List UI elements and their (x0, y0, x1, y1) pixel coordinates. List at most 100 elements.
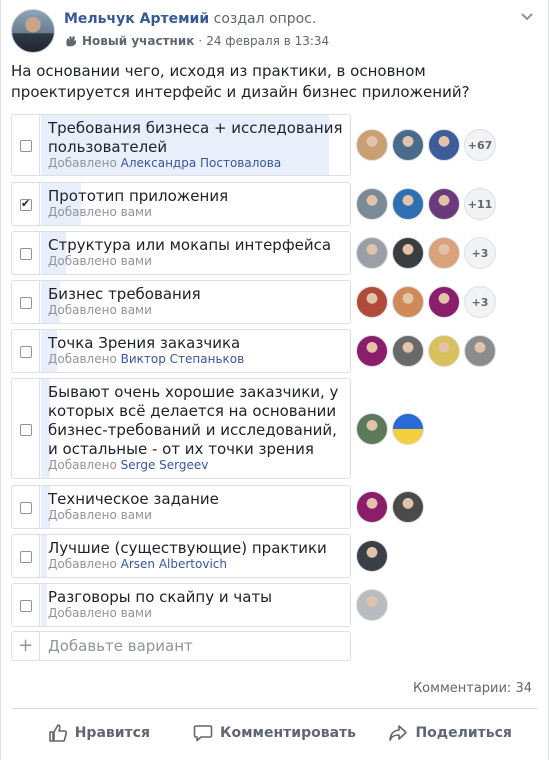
poll-option-box[interactable]: Бизнес требования Добавлено вами (11, 280, 351, 324)
like-label: Нравится (74, 725, 150, 741)
voter-avatar[interactable] (392, 335, 424, 367)
option-checkbox[interactable] (20, 551, 32, 563)
added-prefix: Добавлено (48, 352, 117, 366)
option-label: Точка Зрения заказчика (48, 334, 241, 352)
thumbs-up-icon (48, 724, 67, 742)
option-label: Структура или мокапы интерфейса (48, 236, 332, 254)
added-by-user[interactable]: Александра Постовалова (121, 156, 282, 170)
voter-avatar[interactable] (356, 491, 388, 523)
checkbox-column (12, 330, 40, 372)
share-arrow-icon (389, 725, 408, 741)
comments-count[interactable]: Комментарии: 34 (413, 681, 532, 696)
option-added-by: Добавлено вами (48, 254, 152, 268)
author-avatar[interactable] (11, 9, 55, 53)
poll-option: Техническое задание Добавлено вами (11, 485, 541, 529)
more-voters-count[interactable]: +3 (464, 237, 496, 269)
divider (11, 708, 538, 709)
chevron-down-icon[interactable] (520, 11, 536, 23)
checkbox-column (12, 486, 40, 528)
voter-avatars: +11 (356, 188, 496, 220)
poll-question: На основании чего, исходя из практики, в… (11, 62, 470, 101)
poll-option-box[interactable]: Техническое задание Добавлено вами (11, 485, 351, 529)
voter-avatar[interactable] (356, 129, 388, 161)
more-voters-count[interactable]: +67 (464, 129, 496, 161)
voter-avatar[interactable] (356, 540, 388, 572)
comment-bubble-icon (193, 725, 213, 742)
more-voters-count[interactable]: +11 (464, 188, 496, 220)
comment-button[interactable]: Комментировать (187, 716, 363, 750)
post-actions: Нравится Комментировать Поделиться (11, 716, 538, 750)
option-checkbox[interactable] (20, 424, 32, 436)
voter-avatar[interactable] (356, 237, 388, 269)
option-label: Лучшие (существующие) практики (48, 539, 327, 557)
voter-avatar[interactable] (392, 491, 424, 523)
added-by-user[interactable]: Виктор Степаньков (121, 352, 245, 366)
checkbox-column (12, 183, 40, 225)
voter-avatars (356, 491, 424, 523)
voter-avatar[interactable] (428, 237, 460, 269)
voter-avatar[interactable] (392, 237, 424, 269)
option-checkbox[interactable] (20, 248, 32, 260)
added-by-user[interactable]: Arsen Albertovich (121, 557, 227, 571)
voter-avatars: +3 (356, 286, 496, 318)
poll-option: Требования бизнеса + исследования пользо… (11, 114, 541, 176)
add-option-input[interactable]: + Добавьте вариант (11, 631, 351, 661)
vote-share-bar (41, 535, 47, 577)
poll-option-box[interactable]: Разговоры по скайпу и чаты Добавлено вами (11, 583, 351, 627)
more-voters-count[interactable]: +3 (464, 286, 496, 318)
poll-option-box[interactable]: Бывают очень хорошие заказчики, у которы… (11, 378, 351, 479)
option-added-by: Добавлено Arsen Albertovich (48, 557, 227, 571)
added-prefix: Добавлено (48, 557, 117, 571)
voter-avatar[interactable] (356, 335, 388, 367)
poll-option: Структура или мокапы интерфейса Добавлено… (11, 231, 541, 275)
voter-avatars: +67 (356, 129, 496, 161)
poll-option-box[interactable]: Точка Зрения заказчика Добавлено Виктор С… (11, 329, 351, 373)
added-by-user[interactable]: Serge Sergeev (121, 458, 209, 472)
poll-option: Бизнес требования Добавлено вами +3 (11, 280, 541, 324)
share-label: Поделиться (415, 725, 512, 741)
voter-avatar[interactable] (392, 129, 424, 161)
option-checkbox[interactable] (20, 197, 32, 211)
poll-option-box[interactable]: Структура или мокапы интерфейса Добавлено… (11, 231, 351, 275)
poll-option-box[interactable]: Прототип приложенияДобавлено вами (11, 182, 351, 226)
meta-separator: · (198, 34, 203, 48)
option-checkbox[interactable] (20, 502, 32, 514)
author-name[interactable]: Мельчук Артемий (64, 11, 209, 27)
voter-avatar[interactable] (392, 188, 424, 220)
option-added-by: Добавлено Александра Постовалова (48, 156, 281, 170)
voter-avatar[interactable] (428, 129, 460, 161)
new-member-badge: Новый участник (82, 34, 195, 48)
voter-avatar[interactable] (356, 286, 388, 318)
post-header: Мельчук Артемий создал опрос. Новый учас… (11, 9, 538, 55)
poll-option: Точка Зрения заказчика Добавлено Виктор С… (11, 329, 541, 373)
added-by-you: вами (120, 303, 152, 317)
poll-option-box[interactable]: Лучшие (существующие) практики Добавлено … (11, 534, 351, 578)
voter-avatar[interactable] (392, 286, 424, 318)
poll-option: Бывают очень хорошие заказчики, у которы… (11, 378, 541, 479)
poll-option-box[interactable]: Требования бизнеса + исследования пользо… (11, 114, 351, 176)
option-checkbox[interactable] (20, 297, 32, 309)
option-checkbox[interactable] (20, 140, 32, 152)
voter-avatar[interactable] (464, 335, 496, 367)
voter-avatar[interactable] (356, 188, 388, 220)
checkbox-column (12, 379, 40, 478)
share-button[interactable]: Поделиться (362, 716, 538, 750)
comment-label: Комментировать (220, 725, 356, 741)
post-date[interactable]: 24 февраля в 13:34 (206, 34, 329, 48)
option-checkbox[interactable] (20, 346, 32, 358)
added-prefix: Добавлено (48, 508, 117, 522)
option-added-by: Добавлено вами (48, 303, 152, 317)
voter-avatar[interactable] (356, 413, 388, 445)
voter-avatars: +3 (356, 237, 496, 269)
voter-avatar[interactable] (392, 413, 424, 445)
voter-avatar[interactable] (428, 335, 460, 367)
option-checkbox[interactable] (20, 600, 32, 612)
option-label: Бывают очень хорошие заказчики, у которы… (48, 383, 339, 458)
voter-avatar[interactable] (356, 589, 388, 621)
like-button[interactable]: Нравится (11, 716, 187, 750)
post-meta: Новый участник · 24 февраля в 13:34 (64, 34, 329, 48)
voter-avatar[interactable] (428, 188, 460, 220)
voter-avatars (356, 335, 496, 367)
voter-avatar[interactable] (428, 286, 460, 318)
new-member-wave-icon (66, 36, 76, 47)
